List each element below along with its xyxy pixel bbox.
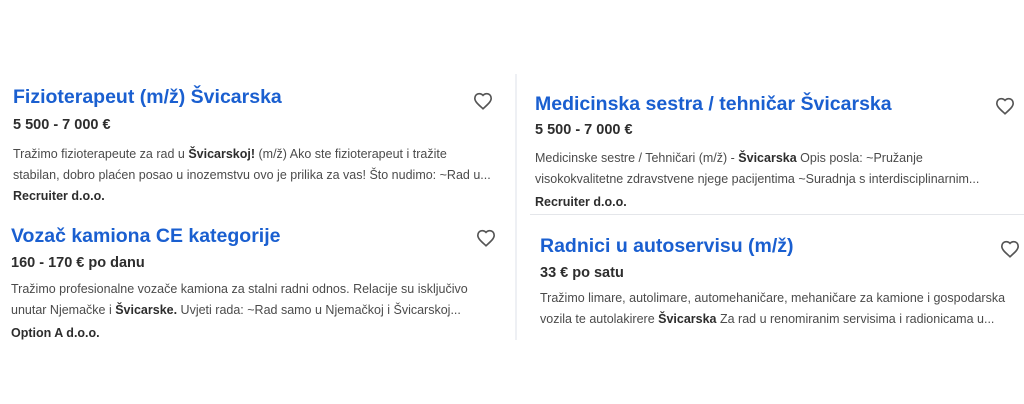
snippet-text: unutar Njemačke i bbox=[11, 303, 116, 317]
highlighted-keyword: Švicarskoj! bbox=[188, 147, 256, 161]
salary-text: 5 500 - 7 000 € bbox=[13, 117, 111, 133]
heart-icon[interactable] bbox=[1000, 240, 1020, 258]
snippet-text: Tražimo fizioterapeute za rad u bbox=[13, 147, 189, 161]
snippet-line: Tražimo profesionalne vozače kamiona za … bbox=[11, 279, 503, 300]
highlighted-keyword: Švicarska bbox=[658, 312, 717, 326]
job-title-link[interactable]: Fizioterapeut (m/ž) Švicarska bbox=[13, 86, 282, 109]
company-name: Recruiter d.o.o. bbox=[535, 195, 627, 209]
job-card[interactable]: Vozač kamiona CE kategorije 160 - 170 € … bbox=[11, 225, 503, 349]
snippet-text: Uvjeti rada: ~Rad samo u Njemačkoj i Švi… bbox=[177, 303, 461, 317]
snippet-line: vozila te autolakirere Švicarska Za rad … bbox=[540, 309, 1020, 330]
snippet-text: visokokvalitetne zdravstvene njege pacij… bbox=[535, 172, 980, 186]
job-title-link[interactable]: Vozač kamiona CE kategorije bbox=[11, 225, 281, 248]
company-name: Option A d.o.o. bbox=[11, 326, 100, 340]
job-title-link[interactable]: Medicinska sestra / tehničar Švicarska bbox=[535, 93, 892, 116]
heart-icon[interactable] bbox=[473, 92, 493, 110]
snippet-line: visokokvalitetne zdravstvene njege pacij… bbox=[535, 169, 1020, 190]
snippet-text: (m/ž) Ako ste fizioterapeut i tražite bbox=[255, 147, 447, 161]
salary-text: 5 500 - 7 000 € bbox=[535, 122, 633, 138]
job-snippet: Tražimo limare, autolimare, automehaniča… bbox=[540, 288, 1020, 330]
job-snippet: Medicinske sestre / Tehničari (m/ž) - Šv… bbox=[535, 148, 1020, 190]
salary-text: 160 - 170 € po danu bbox=[11, 255, 145, 271]
highlighted-keyword: Švicarska bbox=[738, 151, 797, 165]
snippet-text: Tražimo limare, autolimare, automehaniča… bbox=[540, 291, 1006, 305]
snippet-text: vozila te autolakirere bbox=[540, 312, 659, 326]
column-divider bbox=[515, 74, 517, 340]
snippet-line: stabilan, dobro plaćen posao u inozemstv… bbox=[13, 165, 503, 186]
snippet-line: Tražimo limare, autolimare, automehaniča… bbox=[540, 288, 1020, 309]
snippet-text: Za rad u renomiranim servisima i radioni… bbox=[716, 312, 995, 326]
snippet-line: unutar Njemačke i Švicarske. Uvjeti rada… bbox=[11, 300, 503, 321]
job-card[interactable]: Radnici u autoservisu (m/ž) 33 € po satu… bbox=[540, 235, 1024, 335]
snippet-line: Medicinske sestre / Tehničari (m/ž) - Šv… bbox=[535, 148, 1020, 169]
snippet-text: Medicinske sestre / Tehničari (m/ž) - bbox=[535, 151, 739, 165]
snippet-text: Tražimo profesionalne vozače kamiona za … bbox=[11, 282, 468, 296]
snippet-text: Opis posla: ~Pružanje bbox=[796, 151, 923, 165]
card-divider bbox=[530, 214, 1024, 215]
company-name: Recruiter d.o.o. bbox=[13, 189, 105, 203]
snippet-text: stabilan, dobro plaćen posao u inozemstv… bbox=[13, 168, 491, 182]
highlighted-keyword: Švicarske. bbox=[115, 303, 178, 317]
salary-text: 33 € po satu bbox=[540, 265, 624, 281]
heart-icon[interactable] bbox=[995, 97, 1015, 115]
snippet-line: Tražimo fizioterapeute za rad u Švicarsk… bbox=[13, 144, 503, 165]
job-snippet: Tražimo fizioterapeute za rad u Švicarsk… bbox=[13, 144, 503, 186]
job-card[interactable]: Medicinska sestra / tehničar Švicarska 5… bbox=[535, 93, 1020, 211]
heart-icon[interactable] bbox=[476, 229, 496, 247]
job-snippet: Tražimo profesionalne vozače kamiona za … bbox=[11, 279, 503, 321]
job-title-link[interactable]: Radnici u autoservisu (m/ž) bbox=[540, 235, 794, 258]
job-card[interactable]: Fizioterapeut (m/ž) Švicarska 5 500 - 7 … bbox=[13, 86, 503, 210]
